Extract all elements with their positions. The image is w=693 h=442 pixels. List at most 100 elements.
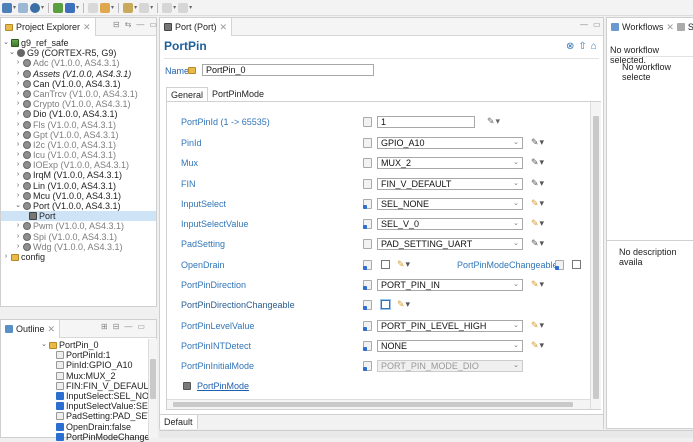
collapse-all-icon[interactable]: ⊟ [113,20,120,29]
expand-icon[interactable]: ⌄ [9,48,15,58]
intdetect-select[interactable]: NONE ⌄ [377,340,523,352]
dropdown-arrow-icon[interactable]: ▾ [134,4,137,11]
link-editor-icon[interactable]: ⇆ [125,20,132,29]
padsetting-select[interactable]: PAD_SETTING_UART ⌄ [377,238,523,250]
outline-item[interactable]: ⌄ PortPin_0 [1,340,156,350]
inputselectvalue-select[interactable]: SEL_V_0 ⌄ [377,218,523,230]
tree-item-config[interactable]: › config [1,252,156,262]
fin-select[interactable]: FIN_V_DEFAULT ⌄ [377,178,523,190]
tree-item-module[interactable]: › Assets (V1.0.0, AS4.3.1) [1,69,156,79]
directionchangeable-checkbox[interactable] [381,300,390,309]
dropdown-arrow-icon[interactable]: ▾ [41,4,44,11]
dropdown-arrow-icon[interactable]: ▾ [173,4,176,11]
maximize-icon[interactable]: ▭ [137,322,145,331]
dropdown-arrow-icon[interactable]: ▾ [76,4,79,11]
dropdown-arrow-icon[interactable]: ▾ [150,4,153,11]
maximize-icon[interactable]: ▭ [593,20,601,29]
calc-action[interactable]: ✎ ▾ [531,137,544,148]
name-field[interactable]: PortPin_0 [202,64,374,76]
refresh-icon[interactable]: ⊗ [566,41,574,52]
close-icon[interactable]: ✕ [83,22,91,33]
calc-action[interactable]: ✎ ▾ [531,178,544,189]
tree-item-project[interactable]: ⌄ g9_ref_safe [1,38,156,48]
tree-item-module[interactable]: › IrqM (V1.0.0, AS4.3.1) [1,170,156,180]
edit-action[interactable]: ✎ ▾ [531,218,544,229]
tree-item-module[interactable]: › Icu (V1.0.0, AS4.3.1) [1,150,156,160]
up-icon[interactable]: ⇧ [578,41,586,52]
tab-project-explorer[interactable]: Project Explorer ✕ [1,18,96,36]
tree-item-module[interactable]: › IOExp (V1.0.0, AS4.3.1) [1,160,156,170]
collapse-all-icon[interactable]: ⊟ [113,322,120,331]
tab-port-editor[interactable]: Port (Port) ✕ [160,18,233,36]
edit-action[interactable]: ✎ ▾ [531,320,544,331]
calc-action[interactable]: ✎ ▾ [531,157,544,168]
outline-item[interactable]: FIN:FIN_V_DEFAULT [1,381,156,391]
close-icon[interactable]: ✕ [48,324,56,335]
tree-item-module[interactable]: › Crypto (V1.0.0, AS4.3.1) [1,99,156,109]
minimize-icon[interactable]: — [136,20,144,29]
tree-item-module[interactable]: › Adc (V1.0.0, AS4.3.1) [1,58,156,68]
tree-item-port-config[interactable]: Port [1,211,156,222]
outline-item[interactable]: PortPinId:1 [1,350,156,360]
dropdown-arrow-icon[interactable]: ▾ [111,4,114,11]
calc-action[interactable]: ✎ ▾ [487,116,500,127]
calc-action[interactable]: ✎ ▾ [531,238,544,249]
edit-action[interactable]: ✎ ▾ [397,259,410,270]
dropdown-arrow-icon[interactable]: ▾ [189,4,192,11]
edit-action[interactable]: ✎ ▾ [531,340,544,351]
tool-icon[interactable] [88,2,99,13]
maximize-icon[interactable]: ▭ [149,20,157,29]
inputselect-select[interactable]: SEL_NONE ⌄ [377,198,523,210]
globe-icon[interactable] [30,2,41,13]
levelvalue-select[interactable]: PORT_PIN_LEVEL_HIGH ⌄ [377,320,523,332]
expand-icon[interactable]: ⌄ [3,38,9,48]
tree-item-module[interactable]: › Lin (V1.0.0, AS4.3.1) [1,181,156,191]
modechangeable-checkbox[interactable] [572,260,581,269]
tab-outline[interactable]: Outline ✕ [1,320,61,338]
outline-item[interactable]: OpenDrain:false [1,422,156,432]
home-icon[interactable]: ⌂ [591,41,597,52]
tree-item-module-port[interactable]: ⌄ Port (V1.0.0, AS4.3.1) [1,201,156,211]
generate-icon[interactable] [65,2,76,13]
tree-item-module[interactable]: › Can (V1.0.0, AS4.3.1) [1,79,156,89]
tab-portpinmode[interactable]: PortPinMode [208,87,268,101]
close-icon[interactable]: ✕ [666,22,674,33]
outline-item[interactable]: PortPinModeChange [1,432,156,442]
minimize-icon[interactable]: — [580,20,588,29]
tree-item-module[interactable]: › Dio (V1.0.0, AS4.3.1) [1,109,156,119]
scrollbar-thumb[interactable] [173,402,573,407]
outline-item[interactable]: Mux:MUX_2 [1,371,156,381]
outline-item[interactable]: PadSetting:PAD_SETT [1,411,156,421]
down-icon[interactable] [178,2,189,13]
tree-item-ecu[interactable]: ⌄ G9 (CORTEX-R5, G9) [1,48,156,58]
outline-item[interactable]: InputSelect:SEL_NON [1,391,156,401]
portpinmode-link[interactable]: PortPinMode [197,381,249,391]
tree-item-module[interactable]: › Mcu (V1.0.0, AS4.3.1) [1,191,156,201]
edit-action[interactable]: ✎ ▾ [397,299,410,310]
form-scrollbar[interactable] [590,102,601,409]
form-hscrollbar[interactable] [167,399,590,409]
opendrain-checkbox[interactable] [381,260,390,269]
up-icon[interactable] [162,2,173,13]
portpinid-input[interactable]: 1 [377,116,475,128]
outline-scrollbar[interactable] [148,339,157,438]
tree-item-module[interactable]: › I2c (V1.0.0, AS4.3.1) [1,140,156,150]
edit-action[interactable]: ✎ ▾ [531,279,544,290]
dropdown-arrow-icon[interactable]: ▾ [13,4,16,11]
tree-item-module[interactable]: › Pwm (V1.0.0, AS4.3.1) [1,221,156,231]
scrollbar-thumb[interactable] [593,116,599,399]
forward-icon[interactable] [139,2,150,13]
tab-general[interactable]: General [166,87,209,101]
outline-item[interactable]: PinId:GPIO_A10 [1,360,156,370]
tree-item-module[interactable]: › Fls (V1.0.0, AS4.3.1) [1,120,156,130]
tree-item-module[interactable]: › CanTrcv (V1.0.0, AS4.3.1) [1,89,156,99]
back-icon[interactable] [123,2,134,13]
tree-item-module[interactable]: › Wdg (V1.0.0, AS4.3.1) [1,242,156,252]
tree-item-module[interactable]: › Gpt (V1.0.0, AS4.3.1) [1,130,156,140]
edit-action[interactable]: ✎ ▾ [531,198,544,209]
new-icon[interactable] [2,2,12,13]
scrollbar-thumb[interactable] [150,359,156,399]
pinid-select[interactable]: GPIO_A10 ⌄ [377,137,523,149]
pencil-icon[interactable] [100,2,111,13]
outline-item[interactable]: InputSelectValue:SEL [1,401,156,411]
